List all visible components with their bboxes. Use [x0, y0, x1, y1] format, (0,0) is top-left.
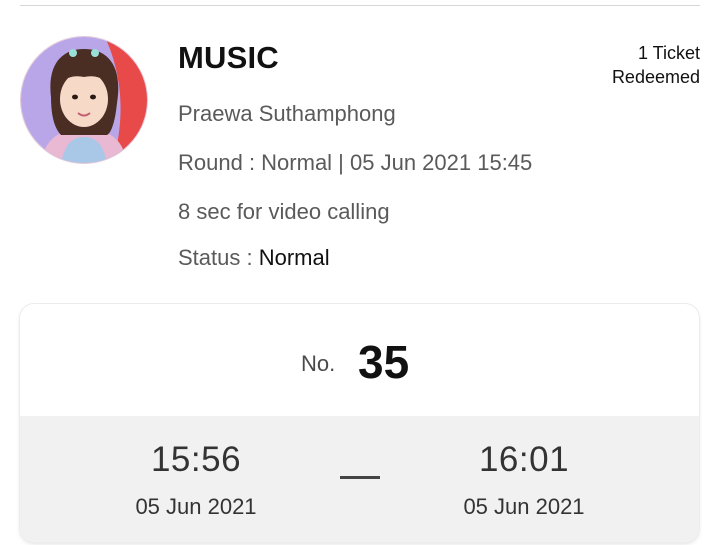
call-duration: 8 sec for video calling [178, 199, 390, 224]
time-range-dash [340, 476, 380, 479]
time-slot-section: 15:56 05 Jun 2021 16:01 05 Jun 2021 [20, 416, 699, 542]
end-date: 05 Jun 2021 [463, 494, 585, 519]
start-time: 15:56 [150, 440, 242, 479]
status-line: Status : Normal [178, 245, 330, 271]
queue-card: No. 35 15:56 05 Jun 2021 16:01 05 Jun 20… [20, 304, 699, 542]
top-divider [20, 5, 700, 6]
ticket-info: 1 Ticket Redeemed [612, 41, 700, 89]
start-slot: 15:56 05 Jun 2021 [86, 440, 306, 520]
ticket-state: Redeemed [611, 67, 700, 87]
artist-name: Praewa Suthamphong [178, 101, 396, 126]
start-date: 05 Jun 2021 [135, 494, 257, 519]
queue-number-section: No. 35 [20, 304, 699, 416]
artist-avatar [21, 37, 147, 163]
artist-photo [21, 37, 147, 163]
queue-number: 35 [358, 336, 410, 388]
status-label: Status : [178, 245, 259, 270]
event-title: MUSIC [178, 40, 279, 75]
end-time: 16:01 [478, 440, 570, 479]
end-slot: 16:01 05 Jun 2021 [414, 440, 634, 520]
status-value: Normal [258, 245, 330, 270]
queue-number-label: No. [301, 351, 336, 376]
round-info: Round : Normal | 05 Jun 2021 15:45 [178, 150, 533, 175]
ticket-count: 1 Ticket [637, 43, 700, 63]
